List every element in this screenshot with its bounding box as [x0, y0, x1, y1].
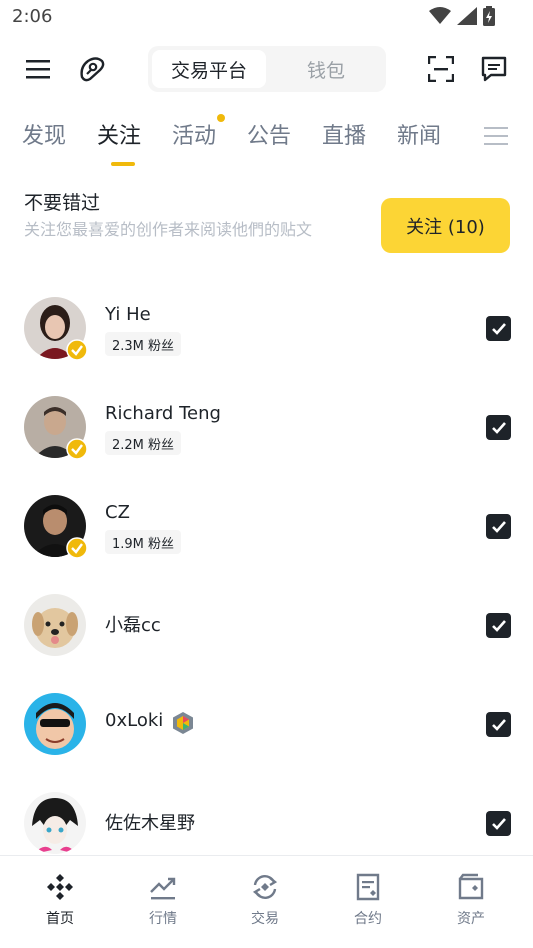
scan-button[interactable] — [424, 52, 458, 86]
follow-checkbox[interactable] — [486, 712, 511, 737]
avatar[interactable] — [24, 792, 86, 854]
bottom-nav: 首页 行情 交易 合约 资产 — [0, 855, 533, 948]
verified-badge-icon — [66, 339, 88, 361]
creator-row[interactable]: 小磊cc — [0, 577, 533, 676]
menu-button[interactable] — [21, 52, 55, 86]
follow-all-button[interactable]: 关注 (10) — [381, 198, 510, 253]
avatar-image — [24, 792, 86, 854]
nav-assets[interactable]: 资产 — [441, 872, 501, 928]
hexagon-badge-icon — [173, 712, 193, 734]
avatar-image — [24, 693, 86, 755]
tab-following[interactable]: 关注 — [97, 118, 141, 150]
platform-switch: 交易平台 钱包 — [148, 46, 386, 92]
tab-events[interactable]: 活动 — [172, 118, 216, 150]
wifi-icon — [429, 7, 451, 24]
follow-checkbox[interactable] — [486, 811, 511, 836]
nav-label: 首页 — [46, 911, 74, 927]
cell-signal-icon — [457, 7, 477, 25]
creator-row[interactable]: 0xLoki — [0, 676, 533, 775]
segment-wallet[interactable]: 钱包 — [270, 50, 382, 88]
creator-name[interactable]: Richard Teng — [105, 403, 221, 424]
creator-name[interactable]: 0xLoki — [105, 710, 163, 731]
avatar[interactable] — [24, 594, 86, 656]
trade-icon — [252, 875, 278, 899]
chat-icon — [481, 56, 507, 82]
avatar-image — [24, 594, 86, 656]
checkmark-icon — [491, 817, 506, 830]
nav-trade[interactable]: 交易 — [235, 872, 295, 928]
status-bar: 2:06 — [0, 0, 533, 36]
creator-row[interactable]: Yi He 2.3M 粉丝 — [0, 280, 533, 379]
verified-badge-icon — [66, 438, 88, 460]
creator-name[interactable]: 佐佐木星野 — [105, 809, 195, 835]
headset-icon — [80, 57, 105, 82]
scan-icon — [428, 56, 454, 82]
checkmark-icon — [491, 322, 506, 335]
follow-checkbox[interactable] — [486, 415, 511, 440]
checkmark-icon — [491, 520, 506, 533]
status-icons — [429, 6, 495, 26]
top-bar: 交易平台 钱包 — [0, 44, 533, 94]
follow-promo: 不要错过 关注您最喜爱的创作者来阅读他們的贴文 关注 (10) — [0, 184, 533, 274]
follow-checkbox[interactable] — [486, 514, 511, 539]
binance-home-icon — [47, 874, 73, 900]
creator-name[interactable]: CZ — [105, 502, 130, 523]
creator-name[interactable]: 小磊cc — [105, 611, 161, 637]
futures-icon — [356, 873, 380, 901]
active-tab-indicator — [111, 162, 135, 166]
tab-discover[interactable]: 发现 — [22, 118, 66, 150]
creator-row[interactable]: CZ 1.9M 粉丝 — [0, 478, 533, 577]
nav-label: 资产 — [457, 911, 485, 927]
nav-markets[interactable]: 行情 — [133, 872, 193, 928]
list-menu-icon — [484, 127, 508, 145]
creator-name[interactable]: Yi He — [105, 304, 151, 325]
tab-live[interactable]: 直播 — [322, 118, 366, 150]
messages-button[interactable] — [477, 52, 511, 86]
follower-count: 1.9M 粉丝 — [105, 530, 182, 554]
wallet-icon — [458, 873, 484, 900]
promo-description: 关注您最喜爱的创作者来阅读他們的贴文 — [24, 220, 313, 239]
follower-count: 2.2M 粉丝 — [105, 431, 182, 455]
promo-title: 不要错过 — [24, 192, 101, 214]
checkmark-icon — [491, 718, 506, 731]
tab-news[interactable]: 新闻 — [397, 118, 441, 150]
follow-checkbox[interactable] — [486, 613, 511, 638]
feed-tabs: 发现 关注 活动 公告 直播 新闻 — [0, 112, 533, 168]
nav-futures[interactable]: 合约 — [338, 872, 398, 928]
battery-icon — [483, 6, 495, 26]
checkmark-icon — [491, 619, 506, 632]
new-badge-dot — [217, 114, 225, 122]
tabs-more-button[interactable] — [482, 122, 510, 150]
verified-badge-icon — [66, 537, 88, 559]
support-button[interactable] — [75, 52, 109, 86]
segment-exchange[interactable]: 交易平台 — [152, 50, 266, 88]
tab-announcements[interactable]: 公告 — [247, 118, 291, 150]
follower-count: 2.3M 粉丝 — [105, 332, 182, 356]
follow-checkbox[interactable] — [486, 316, 511, 341]
creator-row[interactable]: Richard Teng 2.2M 粉丝 — [0, 379, 533, 478]
checkmark-icon — [491, 421, 506, 434]
nav-home[interactable]: 首页 — [30, 872, 90, 928]
market-chart-icon — [150, 877, 176, 900]
avatar[interactable] — [24, 693, 86, 755]
nav-label: 行情 — [149, 911, 177, 927]
nav-label: 交易 — [251, 911, 279, 927]
status-time: 2:06 — [12, 6, 53, 27]
hamburger-icon — [26, 60, 50, 79]
nav-label: 合约 — [354, 911, 382, 927]
